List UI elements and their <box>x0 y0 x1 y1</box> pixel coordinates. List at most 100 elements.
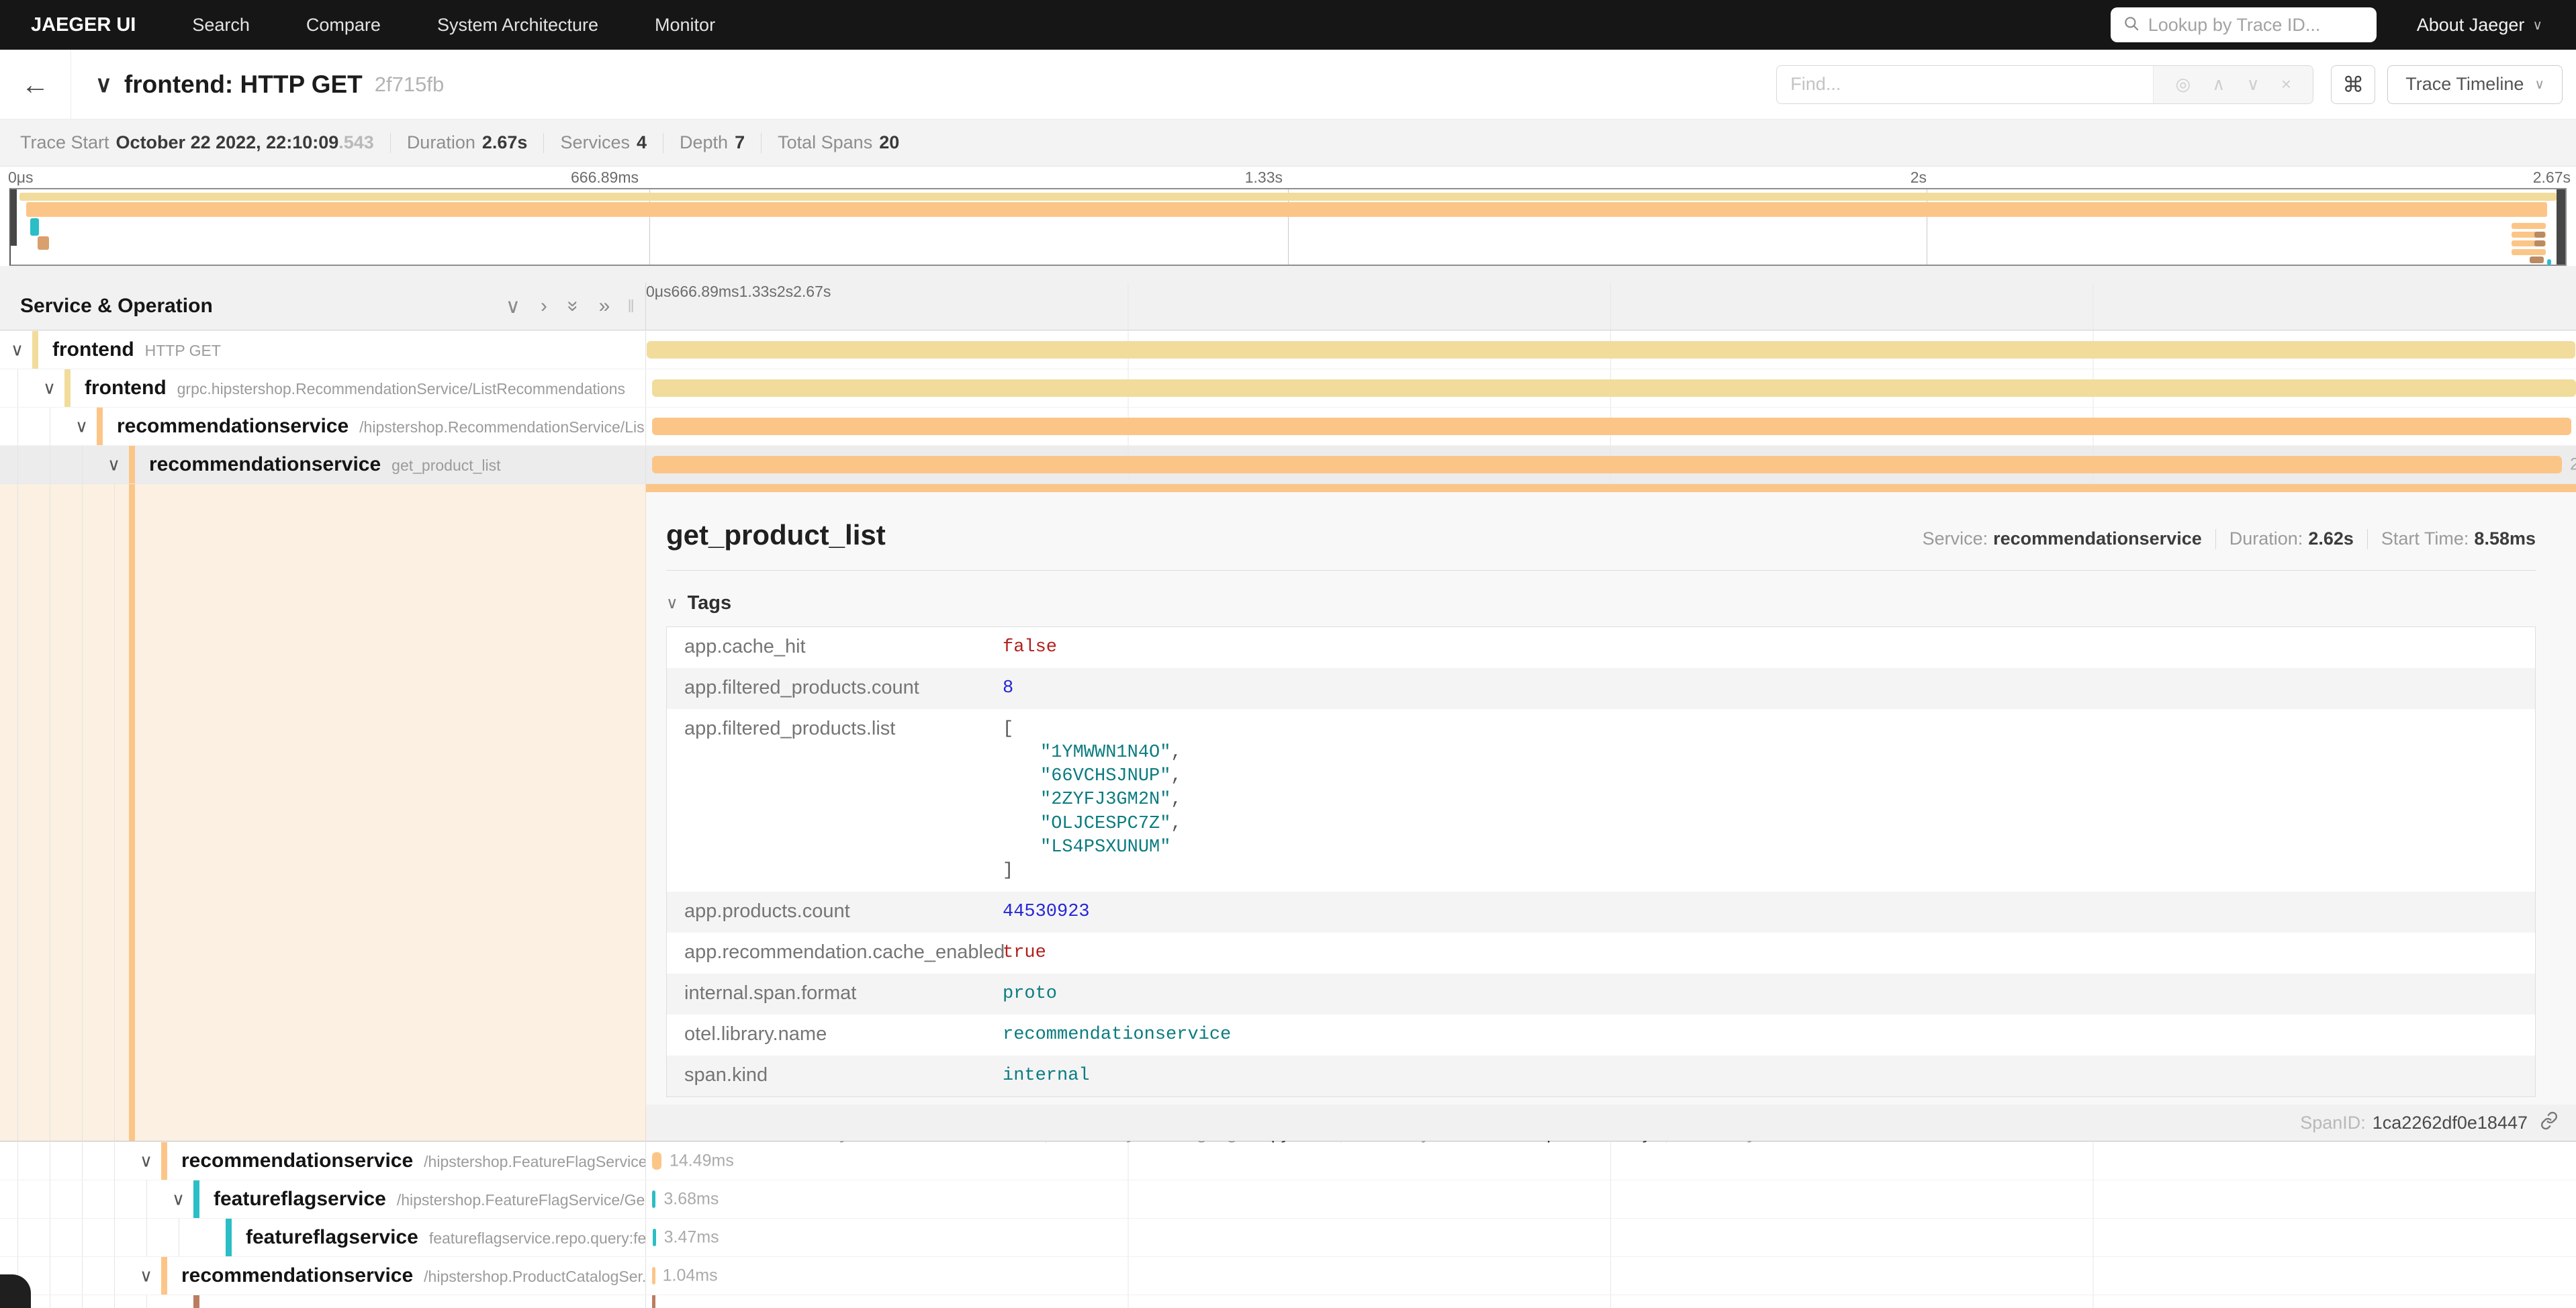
nav-item-system-architecture[interactable]: System Architecture <box>437 15 598 36</box>
collapse-one-icon[interactable]: ∨ <box>506 295 520 318</box>
collapse-trace-chevron-icon[interactable]: ∨ <box>95 71 112 98</box>
app-logo[interactable]: JAEGER UI <box>31 14 136 36</box>
find-input[interactable]: Find... <box>1777 66 2153 103</box>
chevron-down-icon[interactable]: ∨ <box>140 1151 152 1172</box>
span-row[interactable] <box>0 1295 2576 1308</box>
tag-row[interactable]: app.recommendation.cache_enabledtrue <box>667 933 2535 974</box>
span-row-timeline-cell[interactable]: 1.04ms <box>646 1257 2576 1295</box>
span-row[interactable]: ∨recommendationservice/hipstershop.Produ… <box>0 1256 2576 1295</box>
chevron-down-icon[interactable]: ∨ <box>11 340 24 361</box>
span-row-name-cell[interactable]: ∨featureflagservice/hipstershop.FeatureF… <box>0 1180 646 1218</box>
indent-guide <box>82 1142 83 1180</box>
tag-row[interactable]: otel.library.namerecommendationservice <box>667 1015 2535 1056</box>
span-row-timeline-cell[interactable]: 14.49ms <box>646 1142 2576 1180</box>
clear-find-icon[interactable]: × <box>2281 74 2291 95</box>
next-match-icon[interactable]: ∨ <box>2247 74 2260 95</box>
viewport-right-handle[interactable] <box>2557 189 2565 265</box>
collapse-all-icon[interactable]: » <box>561 301 584 312</box>
keyboard-shortcuts-button[interactable]: ⌘ <box>2331 65 2375 104</box>
nav-item-search[interactable]: Search <box>192 15 250 36</box>
span-row-timeline-cell[interactable] <box>646 408 2576 445</box>
span-row-name-cell[interactable]: ∨frontendgrpc.hipstershop.Recommendation… <box>0 369 646 407</box>
tag-row[interactable]: app.cache_hitfalse <box>667 627 2535 668</box>
trace-id-search[interactable]: Lookup by Trace ID... <box>2111 7 2377 42</box>
service-value: recommendationservice <box>1993 528 2202 549</box>
span-row-name-cell[interactable]: ∨recommendationservice/hipstershop.Recom… <box>0 408 646 445</box>
viewport-left-handle[interactable] <box>11 189 17 246</box>
divider <box>761 133 762 153</box>
nav-item-monitor[interactable]: Monitor <box>655 15 715 36</box>
span-duration-bar[interactable] <box>652 1190 655 1208</box>
search-icon <box>2123 15 2140 36</box>
service-label: Service: <box>1923 528 1988 549</box>
focus-match-icon[interactable]: ◎ <box>2176 74 2191 95</box>
about-jaeger-menu[interactable]: About Jaeger ∨ <box>2417 15 2542 36</box>
span-duration-bar[interactable] <box>652 379 2576 397</box>
chevron-down-icon[interactable]: ∨ <box>172 1189 185 1210</box>
prev-match-icon[interactable]: ∧ <box>2212 74 2225 95</box>
tag-row[interactable]: span.kindinternal <box>667 1056 2535 1096</box>
chevron-down-icon[interactable]: ∨ <box>75 416 88 437</box>
tag-value: 44530923 <box>1003 900 1090 924</box>
span-row[interactable]: ∨featureflagservice/hipstershop.FeatureF… <box>0 1180 2576 1218</box>
tag-key: app.filtered_products.list <box>667 718 1003 883</box>
deep-link-icon[interactable] <box>2534 1111 2559 1135</box>
timeline-header: Service & Operation ∨ › » » ‖ 0μs666.89m… <box>0 266 2576 330</box>
indent-guide <box>114 1142 115 1180</box>
tag-key: internal.span.format <box>667 982 1003 1006</box>
span-row-timeline-cell[interactable]: 3.68ms <box>646 1180 2576 1218</box>
tag-key: app.recommendation.cache_enabled <box>667 941 1003 965</box>
span-row-name-cell[interactable] <box>0 1295 646 1308</box>
span-duration-bar[interactable] <box>652 1152 661 1170</box>
span-row-name-cell[interactable]: ∨frontendHTTP GET <box>0 331 646 369</box>
timeline-ruler: 0μs666.89ms1.33s2s2.67s <box>646 283 2576 330</box>
span-duration-bar[interactable] <box>647 341 2575 359</box>
span-row-timeline-cell[interactable]: 3.47ms <box>646 1219 2576 1256</box>
tag-row[interactable]: internal.span.formatproto <box>667 974 2535 1015</box>
chevron-down-icon[interactable]: ∨ <box>140 1266 152 1287</box>
back-button[interactable]: ← <box>0 50 71 119</box>
expand-all-icon[interactable]: » <box>599 295 610 318</box>
span-row-timeline-cell[interactable] <box>646 1295 2576 1308</box>
indent-guide <box>17 1219 18 1256</box>
tag-value: recommendationservice <box>1003 1023 1231 1047</box>
span-duration-bar[interactable] <box>652 456 2562 473</box>
trace-minimap[interactable] <box>9 188 2567 266</box>
span-row-timeline-cell[interactable]: 2.6 <box>646 446 2576 483</box>
span-row-name-cell[interactable]: ∨recommendationserviceget_product_list <box>0 446 646 483</box>
indent-guide <box>114 1257 115 1295</box>
span-operation-name: /hipstershop.FeatureFlagService/Ge... <box>397 1191 646 1209</box>
indent-guide <box>114 1219 115 1256</box>
json-list-item: "1YMWWN1N4O", <box>1003 741 1182 765</box>
span-row[interactable]: ∨frontendgrpc.hipstershop.Recommendation… <box>0 369 2576 407</box>
span-row-name-cell[interactable]: ∨recommendationservice/hipstershop.Produ… <box>0 1257 646 1295</box>
span-row[interactable]: featureflagservicefeatureflagservice.rep… <box>0 1218 2576 1256</box>
span-row-name-cell[interactable]: ∨recommendationservice/hipstershop.Featu… <box>0 1142 646 1180</box>
span-row-timeline-cell[interactable] <box>646 369 2576 407</box>
about-jaeger-label: About Jaeger <box>2417 15 2525 36</box>
span-row-timeline-cell[interactable] <box>646 331 2576 369</box>
column-resize-handle[interactable]: ‖ <box>627 296 636 317</box>
tag-row[interactable]: app.products.count44530923 <box>667 892 2535 933</box>
span-row[interactable]: ∨recommendationservice/hipstershop.Recom… <box>0 407 2576 445</box>
find-controls: ◎ ∧ ∨ × <box>2153 66 2313 103</box>
nav-item-compare[interactable]: Compare <box>306 15 381 36</box>
span-duration-bar[interactable] <box>652 418 2571 435</box>
tags-section-toggle[interactable]: ∨ Tags <box>666 592 2536 614</box>
span-detail-title: get_product_list <box>666 519 886 551</box>
span-duration-bar[interactable] <box>652 1267 655 1284</box>
span-duration-bar[interactable] <box>653 1229 656 1246</box>
span-row[interactable]: ∨recommendationserviceget_product_list2.… <box>0 445 2576 483</box>
span-duration-bar[interactable] <box>652 1295 655 1308</box>
tag-row[interactable]: app.filtered_products.count8 <box>667 668 2535 709</box>
tag-row[interactable]: app.filtered_products.list["1YMWWN1N4O",… <box>667 709 2535 892</box>
span-row[interactable]: ∨frontendHTTP GET <box>0 330 2576 369</box>
span-row-name-cell[interactable]: featureflagservicefeatureflagservice.rep… <box>0 1219 646 1256</box>
trace-view-selector[interactable]: Trace Timeline ∨ <box>2387 65 2563 104</box>
span-row[interactable]: ∨recommendationservice/hipstershop.Featu… <box>0 1141 2576 1180</box>
span-detail-panel: get_product_list Service: recommendation… <box>646 484 2576 1141</box>
chevron-down-icon[interactable]: ∨ <box>43 378 56 399</box>
chevron-down-icon[interactable]: ∨ <box>107 455 120 475</box>
service-color-bar <box>97 408 103 445</box>
expand-one-icon[interactable]: › <box>541 295 547 318</box>
